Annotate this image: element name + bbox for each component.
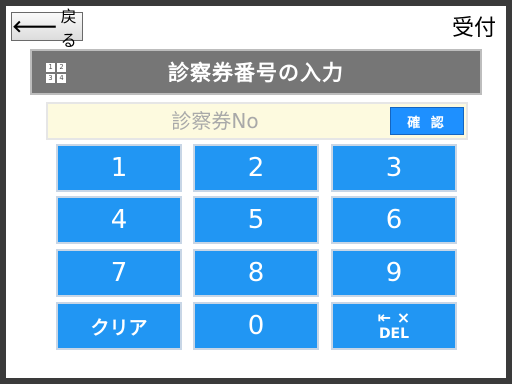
key-2[interactable]: 2 [193, 144, 319, 192]
key-1[interactable]: 1 [56, 144, 182, 192]
key-5[interactable]: 5 [193, 196, 319, 244]
key-9[interactable]: 9 [331, 249, 457, 297]
clear-button[interactable]: クリア [56, 302, 182, 350]
delete-button[interactable]: ⇤ × DEL [331, 302, 457, 350]
back-arrow-icon: 🡐 [12, 16, 58, 37]
confirm-button[interactable]: 確 認 [390, 107, 464, 135]
key-8[interactable]: 8 [193, 249, 319, 297]
page-title: 診察券番号の入力 [168, 61, 344, 85]
key-6[interactable]: 6 [331, 196, 457, 244]
key-7[interactable]: 7 [56, 249, 182, 297]
back-label: 戻る [60, 6, 77, 50]
kiosk-screen: 🡐 戻る 受付 1 2 3 4 診察券番号の入力 診察券No 確 認 1 2 3… [6, 6, 506, 378]
key-3[interactable]: 3 [331, 144, 457, 192]
page-title-bar: 1 2 3 4 診察券番号の入力 [30, 49, 482, 95]
delete-label: DEL [378, 326, 410, 342]
key-0[interactable]: 0 [193, 302, 319, 350]
card-number-placeholder: 診察券No [171, 109, 259, 133]
card-number-input[interactable]: 診察券No 確 認 [46, 102, 468, 140]
backspace-icon: ⇤ × [377, 308, 411, 327]
key-4[interactable]: 4 [56, 196, 182, 244]
keypad-icon: 1 2 3 4 [46, 63, 66, 83]
back-button[interactable]: 🡐 戻る [11, 7, 83, 50]
screen-title: 受付 [451, 16, 496, 41]
